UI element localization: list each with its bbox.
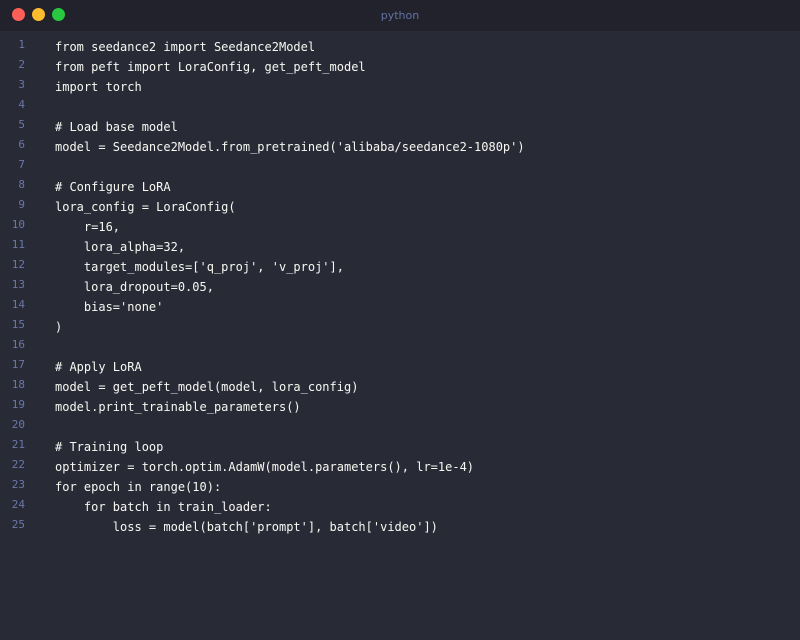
code-comment[interactable]: # Training loop [55,440,163,454]
code-line: 2 from peft import LoraConfig, get_peft_… [0,56,800,76]
code-line: 13 lora_dropout=0.05, [0,276,800,296]
code-line: 25 loss = model(batch['prompt'], batch['… [0,516,800,536]
code-text[interactable]: optimizer = torch.optim.AdamW(model.para… [55,460,474,474]
code-text[interactable]: lora_dropout=0.05, [55,280,214,294]
code-line: 9 lora_config = LoraConfig( [0,196,800,216]
line-number: 6 [18,138,25,151]
line-number: 24 [11,498,25,511]
code-line: 14 bias='none' [0,296,800,316]
code-text[interactable]: target_modules=['q_proj', 'v_proj'], [55,260,344,274]
line-number: 13 [11,278,25,291]
code-editor[interactable]: 1 from seedance2 import Seedance2Model 2… [0,31,800,640]
code-text[interactable]: ) [55,320,62,334]
code-line: 4 [0,96,800,116]
code-text[interactable]: for batch in train_loader: [55,500,272,514]
line-number: 11 [11,238,25,251]
line-number: 21 [11,438,25,451]
code-line: 17 # Apply LoRA [0,356,800,376]
code-text[interactable]: lora_alpha=32, [55,240,185,254]
line-number: 10 [11,218,25,231]
line-number: 25 [11,518,25,531]
code-line: 24 for batch in train_loader: [0,496,800,516]
code-line: 5 # Load base model [0,116,800,136]
line-number: 4 [18,98,25,111]
code-line: 15 ) [0,316,800,336]
line-number: 5 [18,118,25,131]
code-text[interactable]: model.print_trainable_parameters() [55,400,301,414]
code-line: 7 [0,156,800,176]
code-line: 18 model = get_peft_model(model, lora_co… [0,376,800,396]
code-text[interactable]: r=16, [55,220,120,234]
code-comment[interactable]: # Configure LoRA [55,180,171,194]
line-number: 19 [11,398,25,411]
line-number: 15 [11,318,25,331]
line-number: 2 [18,58,25,71]
code-text[interactable]: for epoch in range(10): [55,480,221,494]
line-number: 16 [11,338,25,351]
code-text[interactable]: model = get_peft_model(model, lora_confi… [55,380,358,394]
code-line: 20 [0,416,800,436]
line-number: 17 [11,358,25,371]
code-line: 21 # Training loop [0,436,800,456]
code-line: 16 [0,336,800,356]
code-text[interactable]: model = Seedance2Model.from_pretrained('… [55,140,525,154]
line-number: 9 [18,198,25,211]
code-line: 23 for epoch in range(10): [0,476,800,496]
line-number: 1 [18,38,25,51]
line-number: 23 [11,478,25,491]
code-line: 12 target_modules=['q_proj', 'v_proj'], [0,256,800,276]
code-line: 22 optimizer = torch.optim.AdamW(model.p… [0,456,800,476]
line-number: 14 [11,298,25,311]
line-number: 22 [11,458,25,471]
code-text[interactable]: bias='none' [55,300,163,314]
line-number: 12 [11,258,25,271]
code-text[interactable]: lora_config = LoraConfig( [55,200,236,214]
code-line: 11 lora_alpha=32, [0,236,800,256]
line-number: 18 [11,378,25,391]
title-bar: python [0,0,800,31]
line-number: 8 [18,178,25,191]
code-line: 10 r=16, [0,216,800,236]
code-comment[interactable]: # Load base model [55,120,178,134]
code-line: 8 # Configure LoRA [0,176,800,196]
code-line: 1 from seedance2 import Seedance2Model [0,36,800,56]
code-line: 6 model = Seedance2Model.from_pretrained… [0,136,800,156]
code-line: 3 import torch [0,76,800,96]
line-number: 20 [11,418,25,431]
code-text[interactable]: from peft import LoraConfig, get_peft_mo… [55,60,366,74]
window-title: python [380,9,420,22]
code-comment[interactable]: # Apply LoRA [55,360,142,374]
code-window: python 1 from seedance2 import Seedance2… [0,0,800,640]
line-number: 7 [18,158,25,171]
code-line: 19 model.print_trainable_parameters() [0,396,800,416]
code-text[interactable]: import torch [55,80,142,94]
code-text[interactable]: from seedance2 import Seedance2Model [55,40,315,54]
code-text[interactable]: loss = model(batch['prompt'], batch['vid… [55,520,438,534]
line-number: 3 [18,78,25,91]
